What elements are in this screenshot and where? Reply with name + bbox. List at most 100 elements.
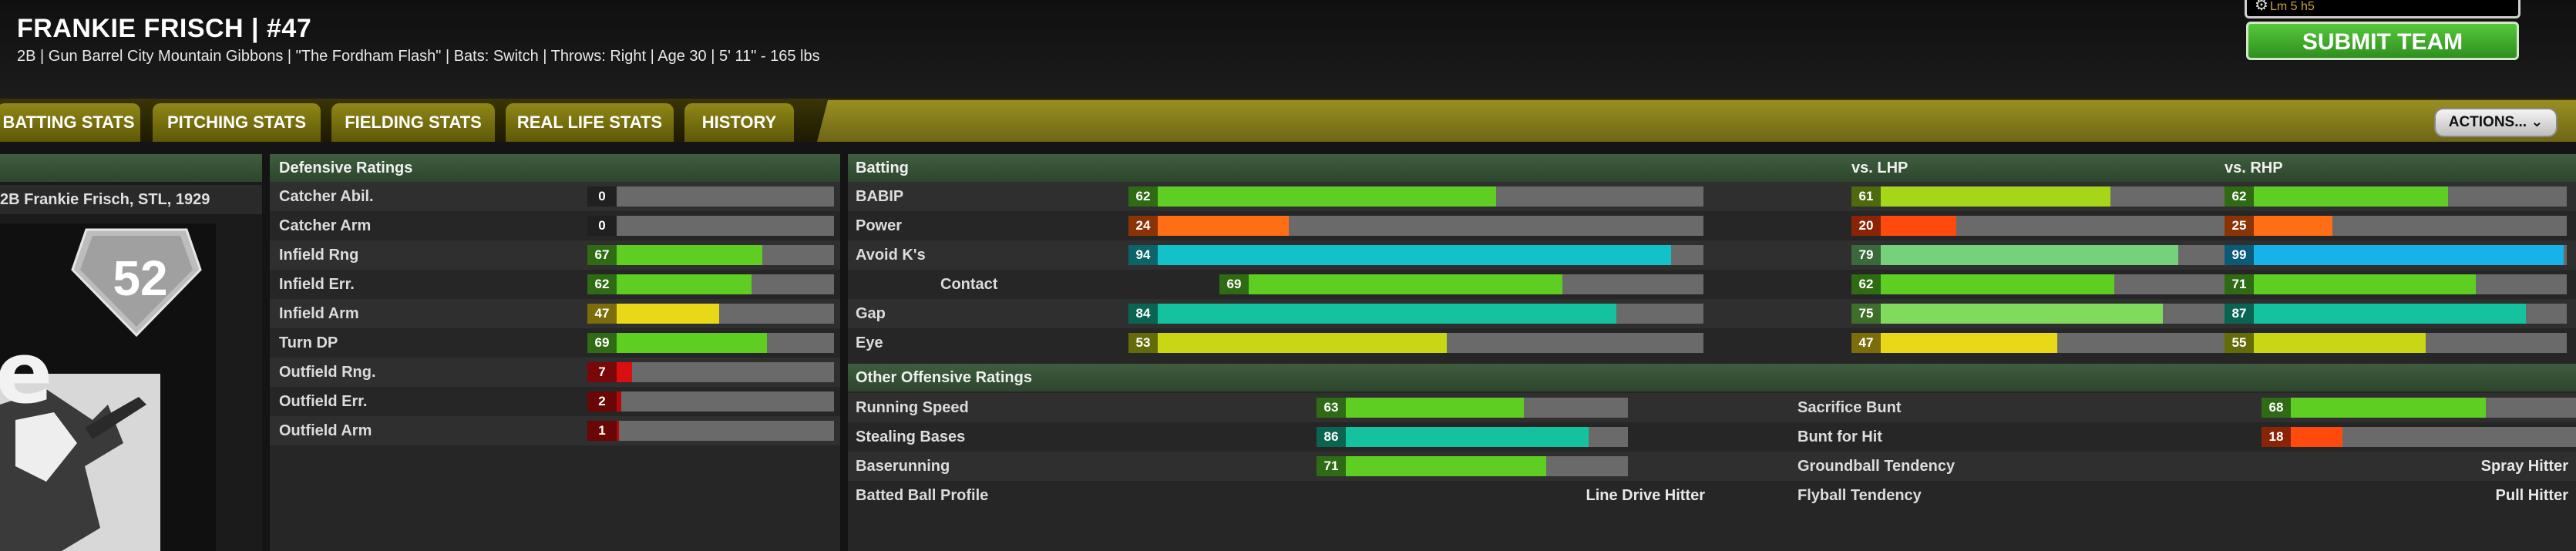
defense-row-infield-rng: Infield Rng 67 (270, 240, 840, 270)
lhp-avoid-k-s-bar-track (1881, 245, 2257, 265)
defense-label: Infield Rng (279, 247, 359, 264)
defense-outfield-err-bar-fill (617, 391, 621, 412)
batting-babip-bar-track (1158, 186, 1703, 207)
defense-catcher-arm-value: 0 (587, 216, 617, 236)
rhp-eye-bar-track (2254, 333, 2567, 353)
batting-ratings-panel: Batting vs. LHP vs. RHP BABIP 62 61 62 Power… (848, 154, 2576, 551)
defense-infield-arm-value: 47 (587, 304, 617, 324)
other-row-stealing-bases: Stealing Bases 86 Bunt for Hit 18 (848, 422, 2576, 452)
defense-outfield-err-value: 2 (587, 391, 617, 412)
other-stealing-bases-bar-track (1346, 427, 1628, 447)
lhp-contact-bar-track (1881, 274, 2257, 294)
rhp-avoid-k-s-bar-fill (2254, 245, 2564, 265)
batting-row-avoid-k-s: Avoid K's 94 79 99 (848, 240, 2576, 270)
other-stealing-bases-value: 86 (1317, 427, 1346, 447)
defense-label: Outfield Rng. (279, 364, 376, 381)
defense-infield-arm-bar-track (617, 304, 834, 324)
defense-infield-err-bar-fill (617, 274, 752, 294)
batting-power-bar-track (1158, 216, 1703, 236)
defensive-ratings-panel: Defensive Ratings Catcher Abil. 0 Catcher … (270, 154, 840, 551)
tab-real-life-stats[interactable]: REAL LIFE STATS (506, 103, 674, 142)
defense-label: Turn DP (279, 334, 338, 351)
lhp-avoid-k-s-value: 79 (1851, 245, 1881, 265)
vs-rhp-title: vs. RHP (2225, 160, 2283, 176)
rhp-avoid-k-s-bar-track (2254, 245, 2567, 265)
other-row-running-speed: Running Speed 63 Sacrifice Bunt 68 (848, 393, 2576, 422)
defense-outfield-err-bar-track (617, 391, 834, 412)
defense-infield-arm-bar-fill (617, 304, 719, 324)
batting-avoid-k-s-bar-fill (1158, 245, 1671, 265)
submit-area: ⚙ Lm 5 h5 SUBMIT TEAM (2245, 0, 2521, 63)
vs-lhp-title: vs. LHP (1851, 160, 1908, 176)
other-sacrifice-bunt-bar-fill (2291, 398, 2486, 418)
lhp-babip-bar-fill (1881, 186, 2110, 207)
batting-avoid-k-s-value: 94 (1128, 245, 1158, 265)
groundball-value: Spray Hitter (2480, 458, 2568, 475)
batting-avoid-k-s-bar-track (1158, 245, 1703, 265)
player-card-number: 52 (113, 250, 168, 306)
lhp-gap-bar-track (1881, 304, 2257, 324)
lhp-eye-bar-fill (1881, 333, 2057, 353)
other-baserunning-bar-track (1346, 456, 1628, 476)
defense-row-outfield-err: Outfield Err. 2 (270, 387, 840, 416)
batting-row-babip: BABIP 62 61 62 (848, 182, 2576, 211)
lhp-contact-bar-fill (1881, 274, 2114, 294)
rhp-contact-bar-fill (2254, 274, 2476, 294)
defense-turn-dp-bar-track (617, 333, 834, 353)
other-sacrifice-bunt-value: 68 (2262, 398, 2291, 418)
batting-eye-bar-fill (1158, 333, 1447, 353)
rhp-gap-value: 87 (2225, 304, 2254, 324)
batting-gap-value: 84 (1128, 304, 1158, 324)
defensive-ratings-header: Defensive Ratings (270, 154, 840, 182)
defense-catcher-abil-value: 0 (587, 186, 617, 207)
actions-button[interactable]: ACTIONS... ⌄ (2434, 108, 2558, 137)
defense-infield-err-bar-track (617, 274, 834, 294)
submit-team-button[interactable]: SUBMIT TEAM (2246, 22, 2519, 60)
batted-ball-value: Line Drive Hitter (1586, 487, 1705, 504)
other-bunt-for-hit-value: 18 (2262, 427, 2291, 447)
rhp-contact-value: 71 (2225, 274, 2254, 294)
tab-bar-strip (817, 100, 2576, 142)
defense-label: Catcher Arm (279, 217, 372, 234)
rhp-avoid-k-s-value: 99 (2225, 245, 2254, 265)
tab-history[interactable]: HISTORY (684, 103, 794, 142)
batting-title: Batting (856, 160, 909, 176)
batting-header: Batting vs. LHP vs. RHP (848, 154, 2576, 182)
batting-babip-bar-fill (1158, 186, 1496, 207)
player-name: FRANKIE FRISCH | #47 (17, 14, 312, 43)
player-card-caption: 2B Frankie Frisch, STL, 1929 (0, 185, 262, 214)
rhp-gap-bar-track (2254, 304, 2567, 324)
defense-label: Infield Err. (279, 276, 355, 293)
player-card-header (0, 154, 262, 182)
batting-power-value: 24 (1128, 216, 1158, 236)
batting-contact-bar-track (1249, 274, 1703, 294)
batting-contact-bar-fill (1249, 274, 1562, 294)
batting-power-bar-fill (1158, 216, 1289, 236)
defense-row-outfield-rng: Outfield Rng. 7 (270, 358, 840, 387)
defense-label: Catcher Abil. (279, 188, 374, 205)
other-baserunning-bar-fill (1346, 456, 1546, 476)
lhp-babip-value: 61 (1851, 186, 1881, 207)
other-bunt-for-hit-bar-fill (2291, 427, 2342, 447)
tab-fielding-stats[interactable]: FIELDING STATS (331, 103, 495, 142)
rhp-power-value: 25 (2225, 216, 2254, 236)
other-stealing-bases-bar-fill (1346, 427, 1589, 447)
batting-gap-bar-fill (1158, 304, 1616, 324)
defense-infield-rng-bar-track (617, 245, 834, 265)
rhp-eye-value: 55 (2225, 333, 2254, 353)
batting-gap-bar-track (1158, 304, 1703, 324)
other-offensive-header: Other Offensive Ratings (848, 364, 2576, 391)
player-header: FRANKIE FRISCH | #47 2B | Gun Barrel Cit… (0, 0, 2576, 100)
card-letter: e (0, 324, 53, 422)
groundball-row: Groundball Tendency Spray Hitter (1790, 452, 2576, 481)
defense-outfield-arm-bar-track (617, 421, 834, 441)
other-bunt-for-hit-bar-track (2291, 427, 2576, 447)
lhp-gap-value: 75 (1851, 304, 1881, 324)
defense-row-catcher-arm: Catcher Arm 0 (270, 211, 840, 240)
gear-icon: ⚙ (2255, 0, 2268, 14)
defense-outfield-rng-value: 7 (587, 362, 617, 382)
batting-row-contact: Contact 69 62 71 (848, 270, 2576, 299)
tab-batting-stats[interactable]: BATTING STATS (0, 103, 140, 142)
tab-pitching-stats[interactable]: PITCHING STATS (153, 103, 321, 142)
other-running-speed-value: 63 (1317, 398, 1346, 418)
